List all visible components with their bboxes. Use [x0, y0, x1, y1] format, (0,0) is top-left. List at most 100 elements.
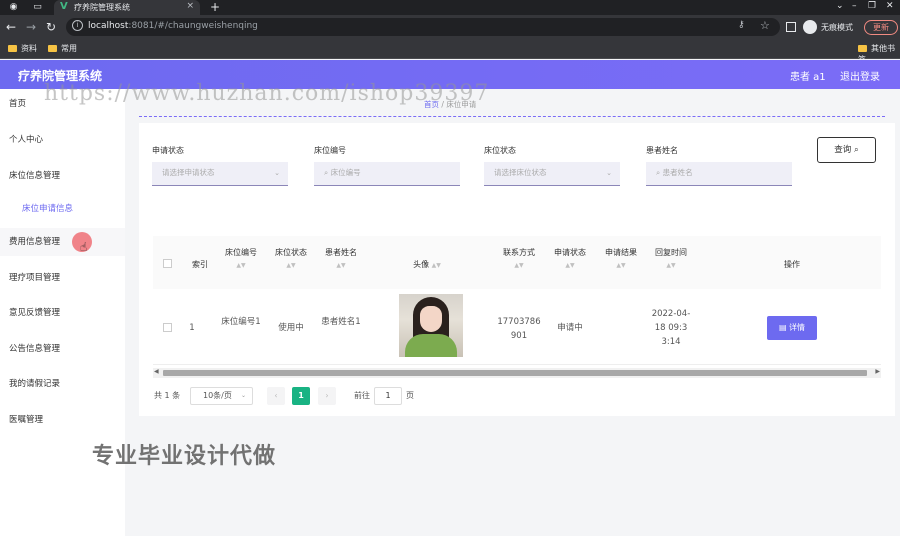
sidebar-item-feedback[interactable]: 意见反馈管理 — [0, 299, 125, 327]
horizontal-scrollbar[interactable]: ◀ ▶ — [153, 368, 881, 378]
next-page-button[interactable]: › — [318, 387, 336, 405]
row-checkbox[interactable] — [163, 323, 172, 332]
column-header-apply-result[interactable]: 申请结果 ▲▼ — [599, 247, 643, 269]
browser-toolbar: ← → ↻ i localhost:8081/#/chaungweishenqi… — [0, 15, 900, 39]
chevron-down-icon[interactable]: ⌄ — [836, 1, 844, 11]
chevron-down-icon: ⌄ — [606, 169, 612, 177]
pagination-total: 共 1 条 — [154, 391, 181, 400]
scroll-left-icon[interactable]: ◀ — [154, 368, 159, 375]
sidebar-item-therapy[interactable]: 理疗项目管理 — [0, 264, 125, 292]
promo-text: 专业毕业设计代做 — [92, 444, 277, 469]
filter-status-label: 申请状态 — [152, 146, 184, 155]
cell-reply-time: 2022-04-18 09:33:14 — [651, 309, 691, 347]
hand-cursor-icon: ☝ — [80, 240, 88, 254]
side-panel-icon[interactable] — [786, 22, 796, 32]
scroll-right-icon[interactable]: ▶ — [875, 368, 880, 375]
document-icon: ▤ — [778, 323, 787, 332]
logout-link[interactable]: 退出登录 — [840, 68, 880, 83]
bookmark-folder[interactable]: 资料 — [8, 43, 37, 54]
current-user: 患者 a1 — [790, 72, 826, 83]
query-button[interactable]: 查询 ⌕ — [817, 137, 876, 163]
column-header-action: 操作 — [784, 260, 800, 269]
close-window-icon[interactable]: ✕ — [886, 1, 894, 11]
folder-icon — [8, 45, 17, 52]
status-select[interactable]: 请选择申请状态 ⌄ — [152, 162, 288, 186]
vue-logo-icon: V — [60, 1, 68, 12]
sidebar-item-fees[interactable]: 费用信息管理 — [0, 228, 125, 256]
bookmark-folder[interactable]: 常用 — [48, 43, 77, 54]
sort-icon[interactable]: ▲▼ — [319, 262, 363, 269]
tab-close-icon[interactable]: × — [186, 1, 194, 11]
filter-bed-status-label: 床位状态 — [484, 146, 516, 155]
column-header-patient[interactable]: 患者姓名 ▲▼ — [319, 247, 363, 269]
browser-tab[interactable]: V 疗养院管理系统 × — [54, 0, 200, 15]
sort-icon[interactable]: ▲▼ — [269, 262, 313, 269]
cell-bed-status: 使用中 — [278, 323, 304, 333]
cell-phone: 17703786901 — [497, 317, 541, 341]
search-icon: ⌕ — [656, 168, 663, 177]
minimize-icon[interactable]: – — [852, 1, 857, 11]
column-header-bed-no[interactable]: 床位编号 ▲▼ — [218, 247, 264, 269]
sidebar-item-profile[interactable]: 个人中心 — [0, 126, 125, 154]
sidebar-item-bed-application[interactable]: 床位申请信息 — [0, 195, 125, 223]
address-bar[interactable]: i localhost:8081/#/chaungweishenqing ⚷ ☆ — [66, 18, 780, 36]
new-tab-button[interactable]: + — [210, 0, 220, 14]
sort-icon[interactable]: ▲▼ — [599, 262, 643, 269]
goto-page-input[interactable]: 1 — [374, 387, 402, 405]
sidebar-item-bed-info[interactable]: 床位信息管理 — [0, 162, 125, 190]
divider — [139, 116, 885, 117]
incognito-icon — [803, 20, 817, 34]
key-icon[interactable]: ⚷ — [738, 20, 745, 30]
star-icon[interactable]: ☆ — [760, 19, 770, 32]
goto-suffix: 页 — [406, 391, 414, 400]
search-icon: ⌕ — [324, 168, 331, 177]
column-header-bed-status[interactable]: 床位状态 ▲▼ — [269, 247, 313, 269]
column-header-phone[interactable]: 联系方式 ▲▼ — [496, 247, 542, 269]
sort-icon[interactable]: ▲▼ — [648, 262, 694, 269]
info-icon[interactable]: i — [72, 20, 83, 31]
page-size-select[interactable]: 10条/页 ⌄ — [190, 387, 253, 405]
prev-page-button[interactable]: ‹ — [267, 387, 285, 405]
column-header-apply-status[interactable]: 申请状态 ▲▼ — [548, 247, 592, 269]
patient-avatar-image — [399, 294, 463, 357]
search-icon: ⌕ — [853, 145, 859, 155]
sort-icon[interactable]: ▲▼ — [218, 262, 264, 269]
forward-icon[interactable]: → — [26, 20, 36, 34]
folder-icon — [48, 45, 57, 52]
bed-status-select[interactable]: 请选择床位状态 ⌄ — [484, 162, 620, 186]
cell-index: 1 — [189, 323, 195, 333]
filter-bed-label: 床位编号 — [314, 146, 346, 155]
sidebar-item-notices[interactable]: 公告信息管理 — [0, 335, 125, 363]
incognito-label: 无痕模式 — [821, 23, 853, 32]
restore-icon[interactable]: ❐ — [868, 1, 876, 11]
back-icon[interactable]: ← — [6, 20, 16, 34]
window-menu-icon[interactable]: ◉ — [8, 2, 19, 13]
browser-tab-title: 疗养院管理系统 — [74, 3, 130, 12]
reload-icon[interactable]: ↻ — [46, 20, 56, 34]
sort-icon[interactable]: ▲▼ — [496, 262, 542, 269]
sort-icon[interactable]: ▲▼ — [432, 262, 441, 269]
tab-search-icon[interactable]: ▭ — [32, 2, 43, 13]
patient-name-input[interactable]: ⌕ 患者姓名 — [646, 162, 792, 186]
bed-number-input[interactable]: ⌕ 床位编号 — [314, 162, 460, 186]
page-number-current[interactable]: 1 — [292, 387, 310, 405]
update-button[interactable]: 更新 — [864, 20, 898, 35]
browser-tab-strip: ◉ ▭ V 疗养院管理系统 × + ⌄ – ❐ ✕ — [0, 0, 900, 15]
detail-button[interactable]: ▤ 详情 — [767, 316, 817, 340]
cell-patient: 患者姓名1 — [321, 317, 361, 327]
column-header-reply-time[interactable]: 回复时间 ▲▼ — [648, 247, 694, 269]
sidebar-item-orders[interactable]: 医嘱管理 — [0, 406, 125, 434]
chevron-down-icon: ⌄ — [274, 169, 280, 177]
scrollbar-thumb[interactable] — [163, 370, 867, 376]
sort-icon[interactable]: ▲▼ — [548, 262, 592, 269]
select-all-checkbox[interactable] — [163, 259, 172, 268]
cell-apply-status: 申请中 — [557, 323, 583, 333]
filter-patient-label: 患者姓名 — [646, 146, 678, 155]
bookmarks-bar: 资料 常用 其他书签 — [0, 39, 900, 64]
column-header-avatar[interactable]: 头像 ▲▼ — [400, 259, 454, 270]
goto-prefix: 前往 — [354, 391, 370, 400]
url-text[interactable]: localhost:8081/#/chaungweishenqing — [88, 21, 258, 31]
folder-icon — [858, 45, 867, 52]
cell-bed-no: 床位编号1 — [221, 317, 261, 327]
sidebar-item-leave[interactable]: 我的请假记录 — [0, 370, 125, 398]
